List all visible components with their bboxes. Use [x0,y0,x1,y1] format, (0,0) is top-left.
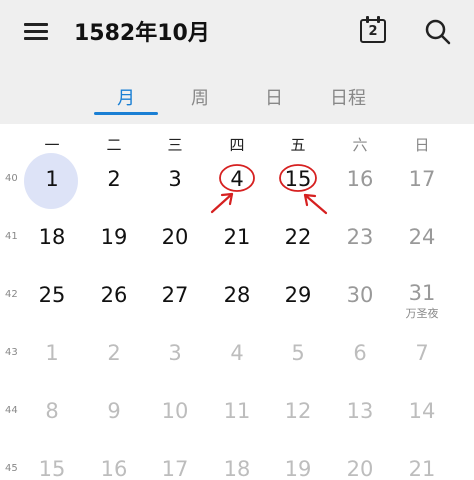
day-cell[interactable]: 8 [26,399,78,423]
day-cell[interactable]: 28 [211,283,263,307]
weekday-sat: 六 [352,136,368,154]
weekday-mon: 一 [44,136,60,154]
week-number: 43 [5,347,18,358]
day-cell[interactable]: 9 [88,399,140,423]
today-day-number: 2 [368,24,378,39]
day-cell[interactable]: 6 [334,341,386,365]
day-cell[interactable]: 20 [149,225,201,249]
day-cell[interactable]: 2 [88,341,140,365]
day-cell[interactable]: 16 [334,167,386,191]
day-cell[interactable]: 22 [272,225,324,249]
tab-day[interactable]: 日 [265,84,283,110]
day-cell[interactable]: 3 [149,167,201,191]
day-cell[interactable]: 7 [396,341,448,365]
day-cell[interactable]: 12 [272,399,324,423]
month-title[interactable]: 1582年10月 [74,15,210,47]
day-cell[interactable]: 31 [396,281,448,305]
day-cell[interactable]: 11 [211,399,263,423]
day-cell[interactable]: 13 [334,399,386,423]
day-cell[interactable]: 17 [396,167,448,191]
day-cell[interactable]: 29 [272,283,324,307]
day-cell[interactable]: 21 [211,225,263,249]
weekday-tue: 二 [106,136,122,154]
weekday-wed: 三 [167,136,183,154]
day-cell[interactable]: 19 [272,457,324,480]
day-cell[interactable]: 10 [149,399,201,423]
day-cell[interactable]: 24 [396,225,448,249]
app-bar: 1582年10月 2 月 周 日 日程 [0,0,474,124]
weekday-fri: 五 [290,136,306,154]
day-cell[interactable]: 20 [334,457,386,480]
week-number: 45 [5,463,18,474]
day-cell[interactable]: 30 [334,283,386,307]
day-cell[interactable]: 2 [88,167,140,191]
annotation-arrow-left [210,192,234,214]
weekday-thu: 四 [229,136,245,154]
hamburger-menu-icon[interactable] [24,20,50,42]
day-cell[interactable]: 1 [26,341,78,365]
day-cell[interactable]: 19 [88,225,140,249]
day-cell[interactable]: 4 [211,167,263,191]
active-tab-indicator [94,112,158,115]
day-cell[interactable]: 18 [211,457,263,480]
day-cell[interactable]: 25 [26,283,78,307]
day-cell[interactable]: 1 [26,167,78,191]
week-number: 40 [5,173,18,184]
today-calendar-icon[interactable]: 2 [360,16,386,44]
tab-month[interactable]: 月 [117,84,135,110]
day-cell[interactable]: 15 [272,167,324,191]
day-cell[interactable]: 16 [88,457,140,480]
weekday-sun: 日 [414,136,430,154]
week-number: 41 [5,231,18,242]
day-cell[interactable]: 26 [88,283,140,307]
tab-schedule[interactable]: 日程 [330,84,366,110]
day-cell[interactable]: 23 [334,225,386,249]
annotation-arrow-right [303,193,328,215]
day-cell[interactable]: 27 [149,283,201,307]
weekday-header: 一 二 三 四 五 六 日 [0,124,474,160]
day-cell[interactable]: 21 [396,457,448,480]
week-number: 42 [5,289,18,300]
day-cell[interactable]: 5 [272,341,324,365]
day-cell[interactable]: 18 [26,225,78,249]
tab-week[interactable]: 周 [191,84,209,110]
week-number: 44 [5,405,18,416]
festival-label: 万圣夜 [405,307,439,320]
day-cell[interactable]: 17 [149,457,201,480]
search-icon[interactable] [424,18,452,46]
day-cell[interactable]: 15 [26,457,78,480]
day-cell[interactable]: 3 [149,341,201,365]
day-cell[interactable]: 4 [211,341,263,365]
day-cell[interactable]: 14 [396,399,448,423]
